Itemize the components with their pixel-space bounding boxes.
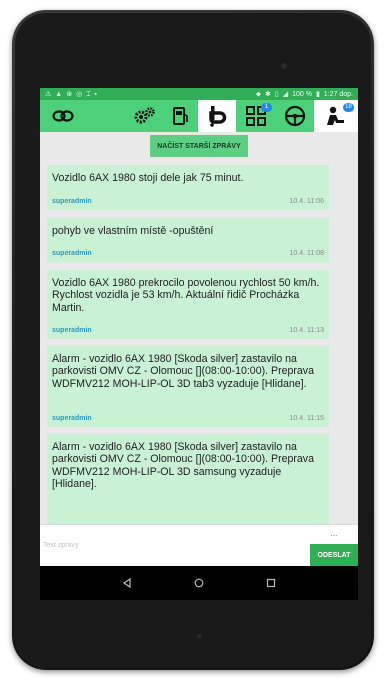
- app-screen: ⚠ ▲ ⊛ ◎ ⌶ ▪ ⬥ ✱ ▯ ◢ 100 % ▮ 1:27 dop. 1 …: [40, 88, 358, 600]
- warning-icon: ▲: [55, 90, 63, 98]
- back-button[interactable]: [116, 572, 138, 594]
- message-bubble: Vozidlo 6AX 1980 prekrocilo povolenou ry…: [47, 270, 329, 339]
- send-column: ... ODESLAT: [310, 525, 358, 566]
- message-list[interactable]: NAČÍST STARŠÍ ZPRÁVY Vozidlo 6AX 1980 st…: [40, 132, 358, 524]
- message-author: superadmin: [52, 198, 92, 205]
- message-bubble: Alarm - vozidlo 6AX 1980 [Skoda silver] …: [47, 346, 329, 427]
- sim-icon: ⌶: [86, 90, 91, 98]
- driver-button[interactable]: 18: [314, 100, 358, 132]
- fuel-button[interactable]: [162, 100, 198, 132]
- message-footer: superadmin 10.4. 11:15: [52, 415, 324, 422]
- gears-icon: [134, 107, 155, 124]
- sync-icon: ⊛: [66, 90, 73, 98]
- back-icon: [122, 578, 131, 588]
- battery-percent: 100 %: [292, 90, 312, 98]
- message-time: 10.4. 11:06: [289, 198, 324, 205]
- location-icon: ⬥: [256, 90, 261, 98]
- home-button[interactable]: [188, 572, 210, 594]
- front-camera: [280, 62, 288, 70]
- driver-badge: 18: [343, 103, 354, 112]
- recents-icon: [266, 578, 276, 588]
- bottom-sensor: [197, 634, 202, 639]
- tacho-button[interactable]: [198, 100, 236, 132]
- android-nav-bar: [40, 566, 358, 600]
- system-icons: ⬥ ✱ ▯ ◢ 100 % ▮ 1:27 dop.: [256, 91, 353, 98]
- bluetooth-icon: ✱: [264, 90, 271, 98]
- grid-badge: 1: [261, 103, 272, 112]
- message-text: Vozidlo 6AX 1980 stoji dele jak 75 minut…: [52, 172, 244, 184]
- message-input[interactable]: [40, 525, 310, 566]
- message-time: 10.4. 11:15: [289, 415, 324, 422]
- link-chain-button[interactable]: [40, 100, 86, 132]
- message-time: 10.4. 11:13: [289, 327, 324, 334]
- recents-button[interactable]: [260, 572, 282, 594]
- message-text: Vozidlo 6AX 1980 prekrocilo povolenou ry…: [52, 277, 320, 314]
- notification-icons: ⚠ ▲ ⊛ ◎ ⌶ ▪: [45, 91, 97, 98]
- app-toolbar: 1 18: [40, 100, 358, 132]
- clock: 1:27 dop.: [323, 90, 353, 98]
- home-icon: [194, 578, 204, 588]
- notification-icon: ⚠: [45, 90, 52, 98]
- message-composer: ... ODESLAT: [40, 524, 358, 566]
- message-time: 10.4. 11:08: [289, 250, 324, 257]
- message-bubble: Alarm - vozidlo 6AX 1980 [Skoda silver] …: [47, 434, 329, 524]
- message-bubble: Vozidlo 6AX 1980 stoji dele jak 75 minut…: [47, 165, 329, 210]
- vibrate-icon: ▯: [274, 90, 279, 98]
- image-icon: ▪: [94, 90, 97, 98]
- load-older-button[interactable]: NAČÍST STARŠÍ ZPRÁVY: [150, 135, 248, 157]
- message-footer: superadmin 10.4. 11:08: [52, 250, 324, 257]
- settings-icon: ◎: [76, 90, 83, 98]
- battery-icon: ▮: [315, 90, 320, 98]
- grid-button[interactable]: 1: [236, 100, 276, 132]
- message-text: pohyb ve vlastním místě -opuštění: [52, 225, 214, 237]
- message-author: superadmin: [52, 250, 92, 257]
- message-footer: superadmin 10.4. 11:06: [52, 198, 324, 205]
- message-author: superadmin: [52, 327, 92, 334]
- gears-button[interactable]: [126, 100, 162, 132]
- fuel-pump-icon: [173, 107, 188, 125]
- steering-wheel-button[interactable]: [276, 100, 314, 132]
- steering-wheel-icon: [284, 105, 306, 127]
- tacho-icon: [209, 106, 227, 127]
- message-footer: superadmin 10.4. 11:13: [52, 327, 324, 334]
- message-bubble: pohyb ve vlastním místě -opuštění supera…: [47, 218, 329, 262]
- message-text: Alarm - vozidlo 6AX 1980 [Skoda silver] …: [52, 353, 314, 390]
- message-author: superadmin: [52, 415, 92, 422]
- message-text: Alarm - vozidlo 6AX 1980 [Skoda silver] …: [52, 441, 314, 491]
- signal-icon: ◢: [282, 90, 289, 98]
- more-options[interactable]: ...: [310, 529, 358, 538]
- link-chain-icon: [52, 110, 74, 122]
- send-button[interactable]: ODESLAT: [310, 544, 358, 566]
- status-bar: ⚠ ▲ ⊛ ◎ ⌶ ▪ ⬥ ✱ ▯ ◢ 100 % ▮ 1:27 dop.: [40, 88, 358, 100]
